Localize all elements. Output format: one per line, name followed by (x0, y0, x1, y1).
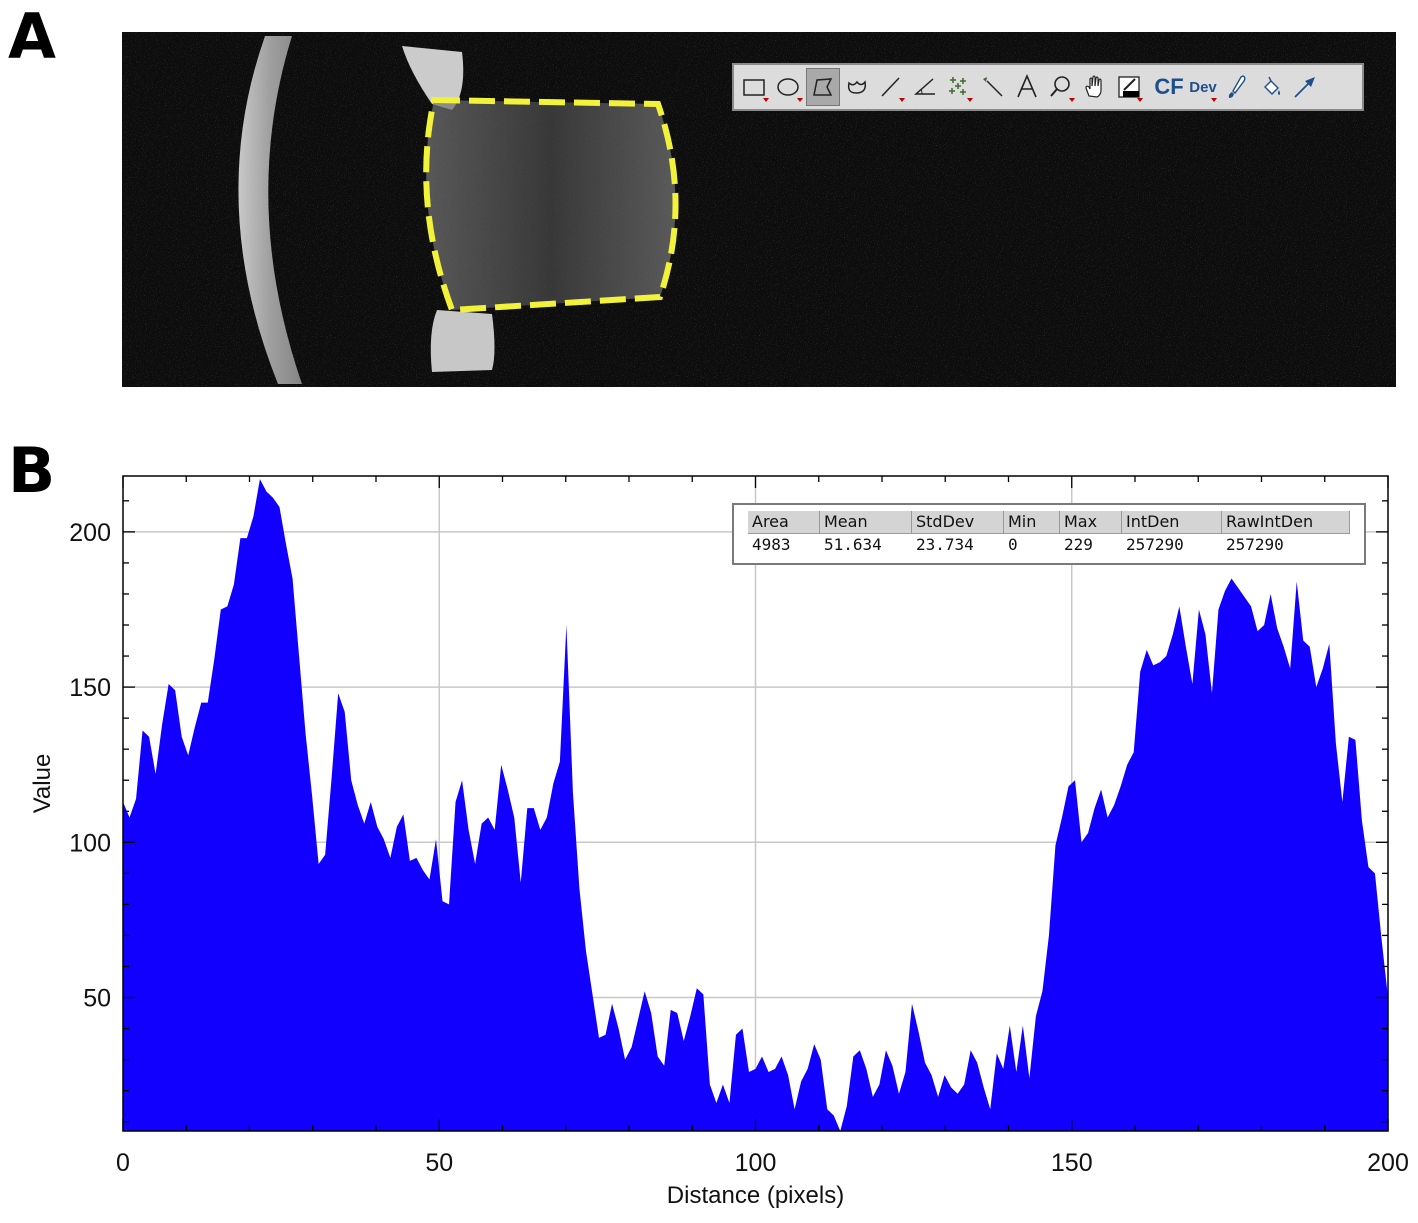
results-data-row[interactable]: 4983 51.634 23.734 0 229 257290 257290 (748, 534, 1350, 556)
arrow-tool[interactable] (1288, 68, 1322, 106)
angle-tool[interactable] (908, 68, 942, 106)
y-tick-label: 50 (83, 985, 111, 1013)
wand-tool-icon (983, 77, 1003, 97)
results-header-cell: Area (748, 511, 820, 533)
multipoint-tool-icon (949, 77, 966, 95)
flood-fill-tool[interactable] (1254, 68, 1288, 106)
angle-tool-icon (914, 78, 935, 95)
rectangle-tool-icon (743, 79, 765, 96)
freehand-tool-icon (847, 80, 867, 94)
results-value-cell: 257290 (1226, 535, 1284, 554)
multipoint-tool[interactable] (942, 68, 976, 106)
magnifier-tool-icon (1050, 76, 1070, 97)
x-axis-label: Distance (pixels) (667, 1182, 844, 1209)
lens-body (426, 100, 676, 310)
cf-tool-label: CF (1154, 74, 1184, 99)
results-header-cell: Mean (820, 511, 912, 533)
oval-tool-icon (777, 78, 799, 96)
polygon-tool-icon (813, 78, 833, 96)
results-header-cell: StdDev (912, 511, 1004, 533)
results-value-cell: 0 (1008, 535, 1018, 554)
color-picker-tool-icon (1118, 76, 1140, 98)
results-header-cell: RawIntDen (1222, 511, 1350, 533)
results-value-cell: 4983 (752, 535, 791, 554)
y-tick-label: 150 (69, 674, 111, 702)
text-tool-icon (1017, 73, 1037, 98)
oct-image-canvas[interactable]: CF Dev (122, 32, 1396, 387)
color-picker-tool[interactable] (1112, 68, 1146, 106)
line-tool-icon (881, 77, 900, 97)
x-tick-label: 50 (425, 1149, 453, 1177)
y-tick-label: 100 (69, 829, 111, 857)
cf-tool[interactable]: CF (1152, 68, 1186, 106)
imagej-toolbar: CF Dev (732, 63, 1364, 111)
results-header-row: Area Mean StdDev Min Max IntDen RawIntDe… (748, 511, 1350, 534)
dev-tool[interactable]: Dev (1186, 68, 1220, 106)
magnifier-tool[interactable] (1044, 68, 1078, 106)
hand-tool[interactable] (1078, 68, 1112, 106)
results-header-cell: IntDen (1122, 511, 1222, 533)
oval-tool[interactable] (772, 68, 806, 106)
wand-tool[interactable] (976, 68, 1010, 106)
x-tick-label: 150 (1051, 1149, 1093, 1177)
results-header-cell: Min (1004, 511, 1060, 533)
rectangle-tool[interactable] (738, 68, 772, 106)
panel-label-a: A (8, 0, 56, 73)
polygon-tool[interactable] (806, 68, 840, 106)
results-value-cell: 23.734 (916, 535, 974, 554)
dev-tool-label: Dev (1189, 78, 1217, 96)
hand-tool-icon (1085, 75, 1102, 98)
results-header-cell: Max (1060, 511, 1122, 533)
freehand-tool[interactable] (840, 68, 874, 106)
x-tick-label: 0 (116, 1149, 130, 1177)
x-tick-label: 200 (1367, 1149, 1409, 1177)
text-tool[interactable] (1010, 68, 1044, 106)
results-value-cell: 229 (1064, 535, 1093, 554)
iris-bottom (430, 310, 495, 372)
brush-tool[interactable] (1220, 68, 1254, 106)
x-tick-label: 100 (735, 1149, 777, 1177)
results-value-cell: 257290 (1126, 535, 1184, 554)
y-tick-label: 200 (69, 519, 111, 547)
y-axis-label: Value (29, 754, 56, 814)
arrow-tool-icon (1294, 77, 1315, 98)
flood-fill-tool-icon (1264, 76, 1280, 95)
measurement-results-table: Area Mean StdDev Min Max IntDen RawIntDe… (732, 503, 1366, 565)
brush-tool-icon (1228, 75, 1246, 98)
line-tool[interactable] (874, 68, 908, 106)
results-value-cell: 51.634 (824, 535, 882, 554)
